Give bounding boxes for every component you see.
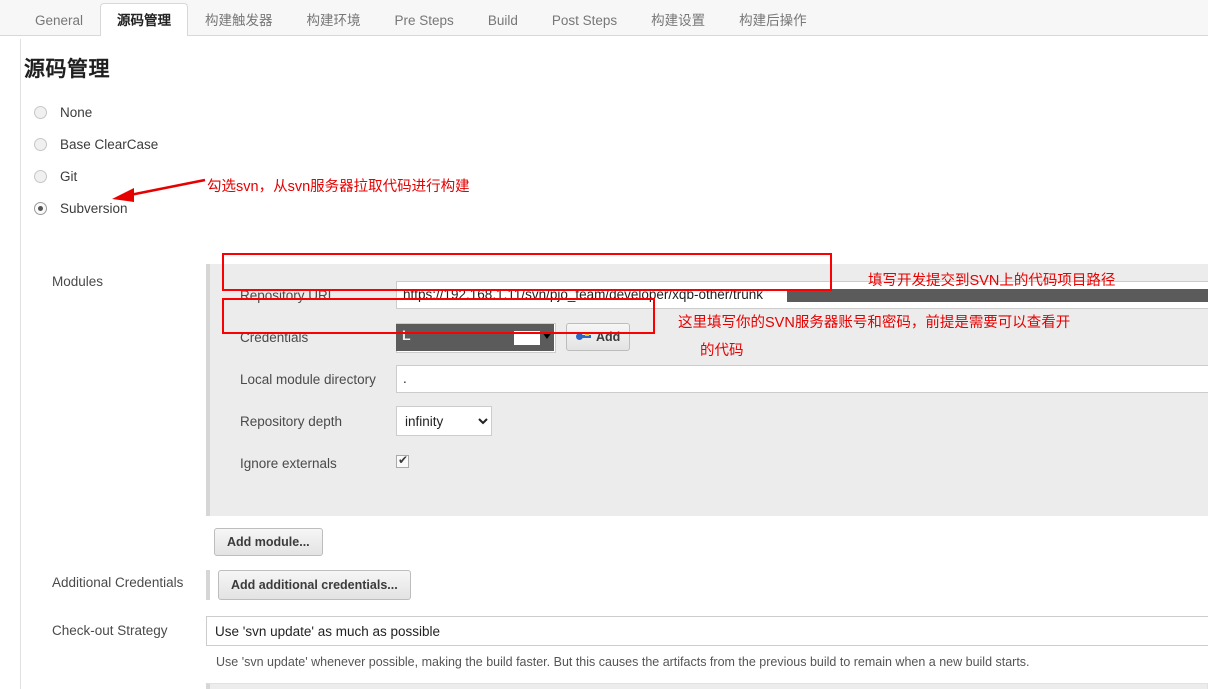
tab-pre-steps[interactable]: Pre Steps: [378, 3, 471, 36]
add-module-spacer: [30, 516, 206, 526]
local-module-directory-label: Local module directory: [240, 371, 376, 387]
checkout-strategy-select[interactable]: Use 'svn update' as much as possible: [206, 616, 1208, 646]
repository-depth-select[interactable]: infinity: [396, 406, 492, 436]
local-module-directory-row: Local module directory: [210, 358, 1208, 400]
additional-credentials-label: Additional Credentials: [52, 575, 184, 590]
repository-url-field-wrap: [396, 281, 1208, 309]
add-credentials-button[interactable]: Add: [566, 323, 631, 351]
repository-url-label: Repository URL: [240, 287, 336, 303]
radio-subversion[interactable]: [34, 201, 47, 215]
tab-source-code-management[interactable]: 源码管理: [100, 3, 189, 37]
ignore-externals-checkbox[interactable]: [396, 453, 409, 468]
add-credentials-label: Add: [596, 330, 621, 344]
radio-none[interactable]: [34, 105, 47, 119]
scm-option-subversion[interactable]: Subversion: [30, 192, 1208, 224]
ignore-externals-row: Ignore externals: [210, 442, 1208, 484]
repository-url-input[interactable]: [396, 281, 1208, 309]
ignore-externals-field-wrap: [396, 453, 1208, 471]
page-title: 源码管理: [24, 58, 110, 81]
checkout-strategy-help-text: Use 'svn update' whenever possible, maki…: [216, 655, 1030, 669]
credentials-dropdown-notch: [514, 330, 540, 345]
scm-option-label: Git: [60, 168, 78, 184]
modules-row: Modules Repository URL Credentials: [30, 264, 1208, 516]
tab-build-environment[interactable]: 构建环境: [290, 3, 378, 36]
tab-build-settings[interactable]: 构建设置: [634, 3, 722, 36]
repository-url-row: Repository URL: [210, 274, 1208, 316]
config-tab-bar: General 源码管理 构建触发器 构建环境 Pre Steps Build …: [0, 0, 1208, 37]
credentials-control-group: L L Add: [396, 322, 1208, 353]
key-icon: [576, 332, 591, 342]
credentials-field-wrap: L L Add: [396, 322, 1208, 353]
repository-depth-row: Repository depth infinity: [210, 400, 1208, 442]
repository-depth-label: Repository depth: [240, 413, 343, 429]
add-additional-credentials-button[interactable]: Add additional credentials...: [218, 570, 411, 600]
repository-browser-row: 源码库浏览器 (自动): [30, 683, 1208, 689]
repository-browser-label: 源码库浏览器: [30, 683, 206, 689]
checkout-strategy-row: Check-out Strategy Use 'svn update' as m…: [30, 616, 1208, 669]
scm-option-label: Base ClearCase: [60, 136, 159, 152]
scm-option-label: None: [60, 104, 93, 120]
scm-option-base-clearcase[interactable]: Base ClearCase: [30, 128, 1208, 160]
modules-panel: Repository URL Credentials: [206, 264, 1208, 516]
jenkins-job-config-page: General 源码管理 构建触发器 构建环境 Pre Steps Build …: [0, 0, 1208, 689]
add-module-wrap: Add module...: [206, 528, 323, 556]
tab-general[interactable]: General: [18, 3, 100, 36]
scm-option-label: Subversion: [60, 200, 128, 216]
checkout-strategy-help: Use 'svn update' whenever possible, maki…: [206, 646, 1208, 669]
credentials-label: Credentials: [240, 329, 309, 345]
repository-browser-panel: (自动): [206, 683, 1208, 689]
tab-post-build-actions[interactable]: 构建后操作: [722, 3, 824, 36]
tab-build[interactable]: Build: [471, 3, 535, 36]
add-module-button[interactable]: Add module...: [214, 528, 323, 556]
local-module-directory-input[interactable]: [396, 365, 1208, 393]
modules-label: Modules: [52, 274, 104, 289]
scm-radio-group: None Base ClearCase Git Subversion: [30, 96, 1208, 224]
checkout-strategy-label: Check-out Strategy: [52, 623, 168, 638]
checkout-strategy-field-wrap: Use 'svn update' as much as possible Use…: [206, 616, 1208, 669]
repository-depth-field-wrap: infinity: [396, 406, 1208, 436]
subversion-settings: Modules Repository URL Credentials: [30, 264, 1208, 689]
chevron-down-icon: [542, 331, 552, 339]
radio-git[interactable]: [34, 169, 47, 183]
credentials-select-wrap: L L: [396, 322, 556, 353]
scm-option-git[interactable]: Git: [30, 160, 1208, 192]
additional-credentials-wrap: Add additional credentials...: [206, 570, 411, 600]
credentials-row: Credentials L L Add: [210, 316, 1208, 358]
tab-list: General 源码管理 构建触发器 构建环境 Pre Steps Build …: [0, 0, 1208, 37]
additional-credentials-row: Additional Credentials Add additional cr…: [30, 570, 1208, 600]
radio-base-clearcase[interactable]: [34, 137, 47, 151]
config-content: 源码管理 None Base ClearCase Git Subversion: [0, 36, 1208, 689]
tab-post-steps[interactable]: Post Steps: [535, 3, 634, 36]
scm-option-none[interactable]: None: [30, 96, 1208, 128]
local-module-directory-field-wrap: [396, 365, 1208, 393]
add-module-row: Add module...: [30, 516, 1208, 556]
tab-build-triggers[interactable]: 构建触发器: [188, 3, 290, 36]
credentials-selected-value: L: [402, 326, 411, 343]
ignore-externals-label: Ignore externals: [240, 455, 337, 471]
